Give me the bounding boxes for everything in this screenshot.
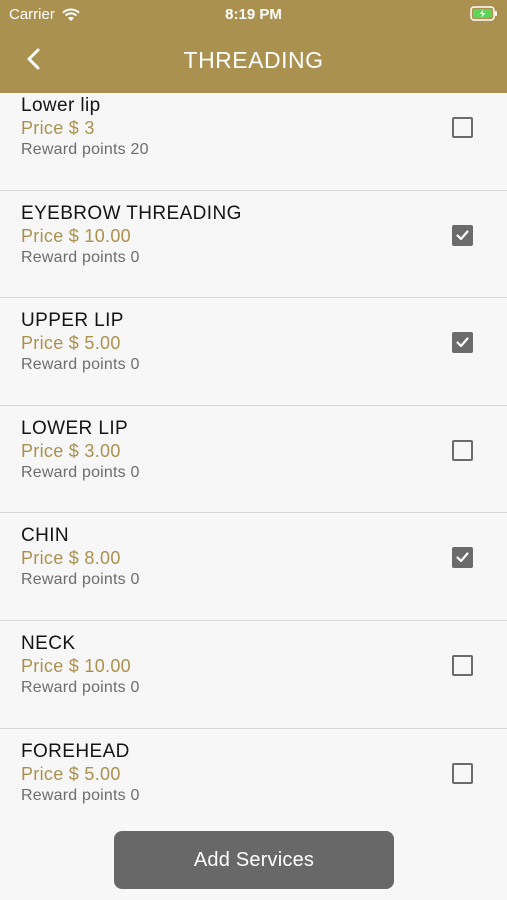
service-name: CHIN	[21, 525, 70, 547]
navigation-bar: THREADING	[0, 36, 507, 84]
service-price: Price $ 10.00	[21, 655, 131, 676]
service-price: Price $ 8.00	[21, 548, 121, 569]
service-checkbox[interactable]	[452, 117, 473, 138]
service-row[interactable]: Lower lip Price $ 3 Reward points 20	[0, 93, 507, 191]
service-price: Price $ 3	[21, 118, 95, 138]
service-price: Price $ 5.00	[21, 333, 121, 354]
service-reward-points: Reward points 0	[21, 463, 140, 481]
service-row[interactable]: CHIN Price $ 8.00 Reward points 0	[0, 513, 507, 621]
service-name: Lower lip	[21, 95, 101, 116]
service-checkbox[interactable]	[452, 654, 473, 676]
service-row[interactable]: EYEBROW THREADING Price $ 10.00 Reward poi…	[0, 191, 507, 299]
service-name: LOWER LIP	[21, 417, 129, 439]
service-reward-points: Reward points 0	[21, 786, 140, 804]
checkmark-icon	[456, 552, 469, 563]
service-reward-points: Reward points 0	[21, 571, 140, 589]
service-name: EYEBROW THREADING	[21, 202, 242, 224]
app-header: Carrier 8:19 PM THREADING	[0, 0, 507, 93]
add-services-button[interactable]: Add Services	[114, 831, 394, 889]
service-name: UPPER LIP	[21, 310, 124, 332]
service-row[interactable]: NECK Price $ 10.00 Reward points 0	[0, 621, 507, 729]
service-name: FOREHEAD	[21, 740, 130, 762]
service-checkbox[interactable]	[452, 547, 473, 569]
service-checkbox[interactable]	[452, 332, 473, 354]
service-row[interactable]: LOWER LIP Price $ 3.00 Reward points 0	[0, 406, 507, 514]
service-reward-points: Reward points 0	[21, 248, 140, 266]
battery-charging-icon	[470, 6, 497, 21]
services-list[interactable]: Lower lip Price $ 3 Reward points 20 EYEBRO…	[0, 93, 507, 823]
service-price: Price $ 10.00	[21, 225, 131, 246]
service-reward-points: Reward points 20	[21, 141, 149, 158]
status-time: 8:19 PM	[225, 6, 282, 23]
service-reward-points: Reward points 0	[21, 678, 140, 696]
status-bar: Carrier 8:19 PM	[0, 0, 507, 28]
service-checkbox[interactable]	[452, 224, 473, 246]
service-row[interactable]: FOREHEAD Price $ 5.00 Reward points 0	[0, 729, 507, 823]
service-reward-points: Reward points 0	[21, 356, 140, 374]
service-checkbox[interactable]	[452, 439, 473, 461]
service-price: Price $ 3.00	[21, 440, 121, 461]
service-price: Price $ 5.00	[21, 763, 121, 784]
service-checkbox[interactable]	[452, 762, 473, 784]
checkmark-icon	[456, 229, 469, 240]
checkmark-icon	[456, 337, 469, 348]
page-title: THREADING	[183, 47, 324, 73]
service-name: NECK	[21, 632, 76, 654]
service-row[interactable]: UPPER LIP Price $ 5.00 Reward points 0	[0, 298, 507, 406]
